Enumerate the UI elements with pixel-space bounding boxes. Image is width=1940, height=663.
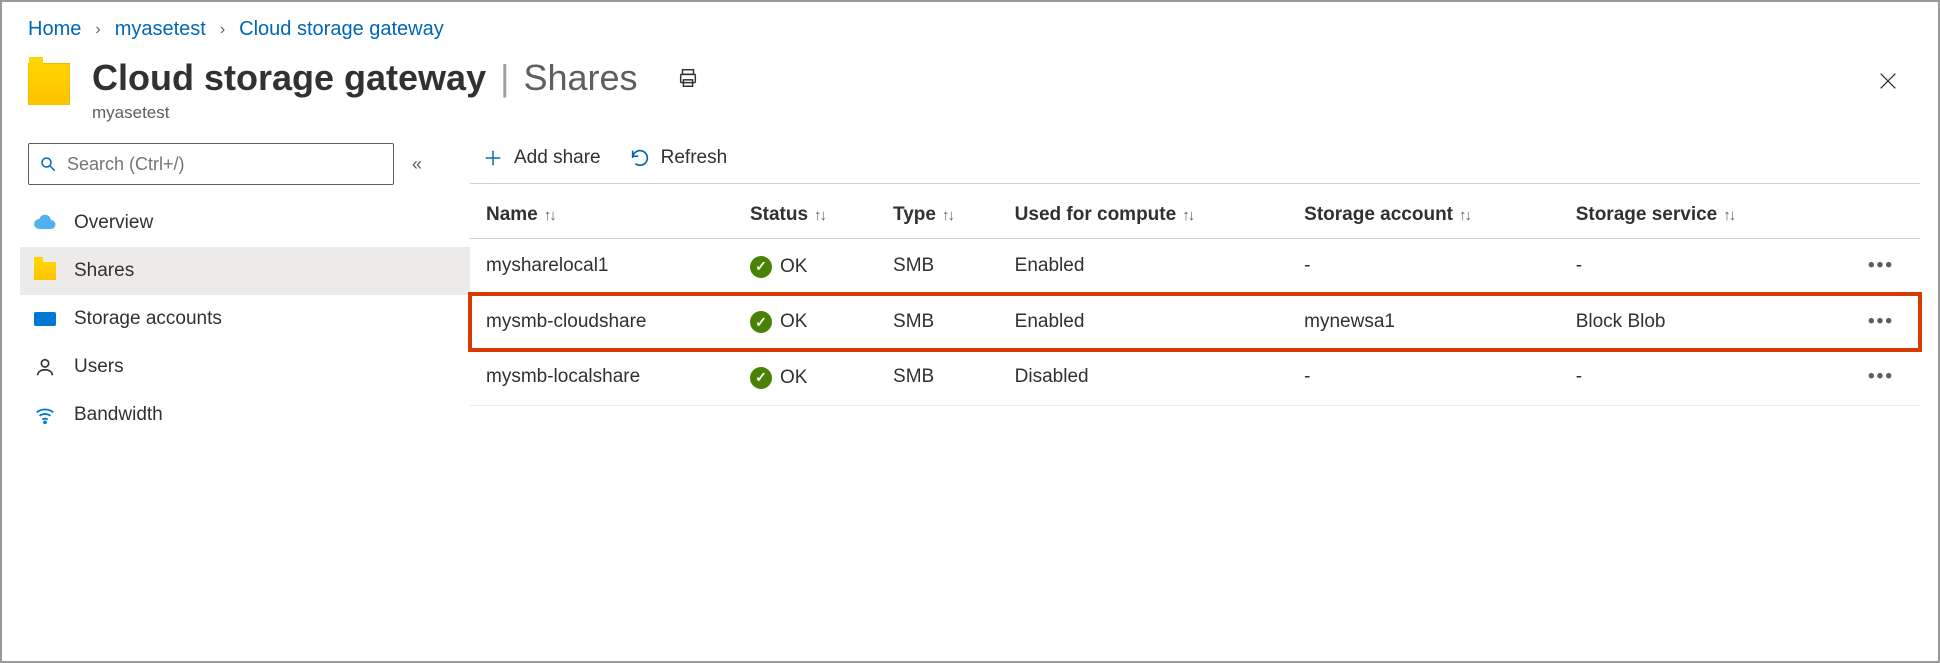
cell-account: - xyxy=(1288,239,1560,295)
cell-service: Block Blob xyxy=(1560,294,1821,350)
close-button[interactable] xyxy=(1870,63,1906,99)
column-header-name[interactable]: Name↑↓ xyxy=(470,190,734,239)
sidebar-item-shares[interactable]: Shares xyxy=(20,247,470,295)
cell-account: mynewsa1 xyxy=(1288,294,1560,350)
status-ok-icon: ✓ xyxy=(750,311,772,333)
status-ok-icon: ✓ xyxy=(750,367,772,389)
user-icon xyxy=(32,354,58,380)
row-context-menu-button[interactable]: ••• xyxy=(1866,255,1896,277)
sidebar-item-bandwidth[interactable]: Bandwidth xyxy=(20,391,470,439)
page-header: Cloud storage gateway | Shares myasetest xyxy=(2,49,1938,143)
table-row[interactable]: mysharelocal1✓OKSMBEnabled--••• xyxy=(470,239,1920,295)
cell-status: ✓OK xyxy=(734,239,877,295)
column-header-account[interactable]: Storage account↑↓ xyxy=(1288,190,1560,239)
plus-icon xyxy=(482,147,504,169)
sidebar: « Overview Shares Storage accounts Users xyxy=(20,143,470,439)
title-separator: | xyxy=(500,57,509,99)
table-row[interactable]: mysmb-localshare✓OKSMBDisabled--••• xyxy=(470,350,1920,406)
cell-used: Disabled xyxy=(999,350,1288,406)
print-button[interactable] xyxy=(670,60,706,96)
collapse-sidebar-button[interactable]: « xyxy=(412,154,422,175)
column-header-service[interactable]: Storage service↑↓ xyxy=(1560,190,1821,239)
sidebar-item-storage-accounts[interactable]: Storage accounts xyxy=(20,295,470,343)
breadcrumb: Home › myasetest › Cloud storage gateway xyxy=(2,2,1938,49)
cell-name: mysmb-cloudshare xyxy=(470,294,734,350)
search-icon xyxy=(39,155,57,173)
breadcrumb-section[interactable]: Cloud storage gateway xyxy=(239,18,444,41)
sidebar-item-label: Bandwidth xyxy=(74,404,163,426)
sort-icon: ↑↓ xyxy=(1459,207,1470,224)
main-content: Add share Refresh Name↑↓ Status↑↓ Type↑↓… xyxy=(470,143,1938,439)
sidebar-search[interactable] xyxy=(28,143,394,185)
sidebar-item-users[interactable]: Users xyxy=(20,343,470,391)
row-context-menu-button[interactable]: ••• xyxy=(1866,311,1896,333)
row-context-menu-button[interactable]: ••• xyxy=(1866,366,1896,388)
cell-used: Enabled xyxy=(999,294,1288,350)
command-label: Refresh xyxy=(661,147,728,169)
page-subtitle: myasetest xyxy=(92,103,1870,123)
refresh-button[interactable]: Refresh xyxy=(629,147,728,169)
sidebar-item-overview[interactable]: Overview xyxy=(20,199,470,247)
chevron-right-icon: › xyxy=(95,21,100,39)
table-row[interactable]: mysmb-cloudshare✓OKSMBEnabledmynewsa1Blo… xyxy=(470,294,1920,350)
cell-account: - xyxy=(1288,350,1560,406)
breadcrumb-home[interactable]: Home xyxy=(28,18,81,41)
cell-status: ✓OK xyxy=(734,294,877,350)
page-title: Cloud storage gateway xyxy=(92,57,486,99)
breadcrumb-resource[interactable]: myasetest xyxy=(115,18,206,41)
sidebar-item-label: Users xyxy=(74,356,124,378)
cell-type: SMB xyxy=(877,350,999,406)
cell-name: mysmb-localshare xyxy=(470,350,734,406)
cell-type: SMB xyxy=(877,239,999,295)
column-header-type[interactable]: Type↑↓ xyxy=(877,190,999,239)
cell-name: mysharelocal1 xyxy=(470,239,734,295)
refresh-icon xyxy=(629,147,651,169)
sort-icon: ↑↓ xyxy=(544,207,555,224)
cell-service: - xyxy=(1560,239,1821,295)
column-header-status[interactable]: Status↑↓ xyxy=(734,190,877,239)
sidebar-item-label: Overview xyxy=(74,212,153,234)
cell-service: - xyxy=(1560,350,1821,406)
shares-table: Name↑↓ Status↑↓ Type↑↓ Used for compute↑… xyxy=(470,190,1920,406)
column-header-used[interactable]: Used for compute↑↓ xyxy=(999,190,1288,239)
wifi-icon xyxy=(32,402,58,428)
storage-icon xyxy=(32,306,58,332)
chevron-right-icon: › xyxy=(220,21,225,39)
cell-status: ✓OK xyxy=(734,350,877,406)
add-share-button[interactable]: Add share xyxy=(482,147,601,169)
cell-used: Enabled xyxy=(999,239,1288,295)
sort-icon: ↑↓ xyxy=(814,207,825,224)
sort-icon: ↑↓ xyxy=(1182,207,1193,224)
sort-icon: ↑↓ xyxy=(942,207,953,224)
command-label: Add share xyxy=(514,147,601,169)
search-input[interactable] xyxy=(67,154,383,175)
sidebar-item-label: Storage accounts xyxy=(74,308,222,330)
resource-folder-icon xyxy=(28,63,70,105)
status-ok-icon: ✓ xyxy=(750,256,772,278)
sort-icon: ↑↓ xyxy=(1723,207,1734,224)
page-section: Shares xyxy=(523,57,637,99)
folder-icon xyxy=(32,258,58,284)
sidebar-item-label: Shares xyxy=(74,260,134,282)
cloud-icon xyxy=(32,210,58,236)
command-bar: Add share Refresh xyxy=(470,143,1920,184)
cell-type: SMB xyxy=(877,294,999,350)
